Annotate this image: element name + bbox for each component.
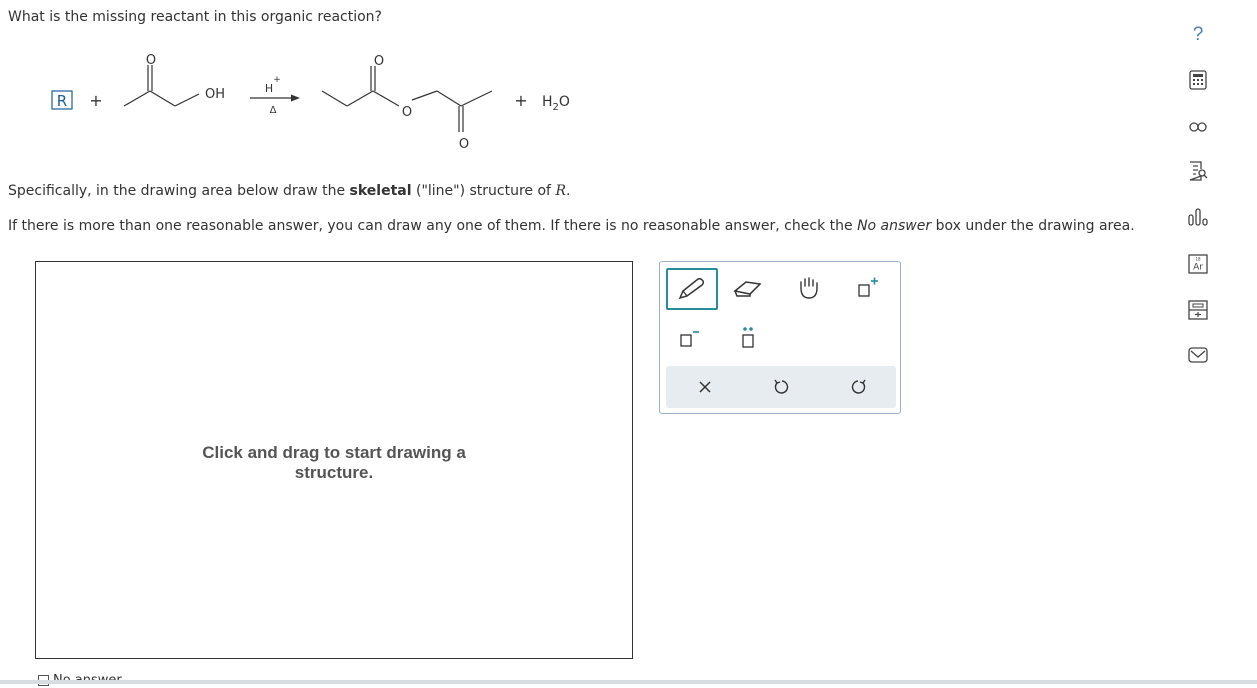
pencil-tool[interactable] — [666, 268, 718, 310]
question-text: What is the missing reactant in this org… — [8, 9, 382, 25]
product-ester-o: O — [402, 105, 412, 120]
redo-icon — [851, 379, 866, 394]
reaction-arrow — [250, 94, 300, 102]
calculator-button[interactable] — [1180, 65, 1216, 95]
redo-button[interactable] — [834, 367, 884, 407]
add-lone-pair-icon — [742, 327, 754, 348]
reaction-scheme: R + O OH H + Δ O O O + H2O — [51, 53, 570, 152]
propanoic-acid-structure — [123, 65, 200, 107]
chart-button[interactable] — [1180, 202, 1216, 232]
lone-pair-tool[interactable] — [723, 318, 773, 358]
chart-icon — [1188, 208, 1208, 226]
eraser-tool[interactable] — [723, 268, 773, 308]
plus-sign-1: + — [89, 91, 102, 110]
clear-button[interactable] — [680, 367, 730, 407]
periodic-table-button[interactable]: 18 Ar — [1180, 249, 1216, 279]
product-structure — [321, 66, 493, 132]
undo-button[interactable] — [756, 367, 806, 407]
tools-button[interactable] — [1180, 295, 1216, 325]
catalyst-charge: + — [273, 75, 281, 85]
product-ketone-o-top: O — [374, 54, 384, 69]
horizontal-scrollbar[interactable] — [0, 680, 1257, 684]
product-ketone-o-bottom: O — [459, 137, 469, 152]
acid-hydroxyl-label: OH — [205, 87, 225, 102]
message-button[interactable] — [1180, 340, 1216, 370]
reference-data-icon — [1189, 161, 1208, 181]
eraser-icon — [733, 281, 762, 297]
instructions-line-1: Specifically, in the drawing area below … — [8, 183, 571, 199]
drawing-canvas[interactable]: Click and drag to start drawing a struct… — [35, 261, 633, 659]
pencil-icon — [678, 278, 705, 300]
unknown-reactant-box: R — [51, 90, 73, 110]
drawing-toolbox — [659, 261, 901, 414]
unknown-reactant-label: R — [57, 92, 67, 110]
reference-data-button[interactable] — [1180, 156, 1216, 186]
water-formula: H2O — [542, 94, 570, 113]
add-positive-charge-icon — [858, 277, 878, 297]
calculator-icon — [1189, 70, 1207, 90]
canvas-hint: Click and drag to start drawing a struct… — [202, 443, 466, 482]
negative-charge-tool[interactable] — [664, 318, 714, 358]
message-icon — [1188, 347, 1208, 363]
periodic-table-icon: 18 Ar — [1188, 254, 1208, 274]
move-tool[interactable] — [784, 268, 834, 308]
heat-symbol: Δ — [270, 105, 277, 116]
unit-conversion-icon — [1189, 122, 1207, 132]
clear-icon — [699, 381, 711, 393]
hand-icon — [800, 277, 818, 299]
tools-icon — [1188, 300, 1208, 320]
svg-text:18: 18 — [1195, 257, 1201, 262]
undo-icon — [774, 379, 789, 394]
acid-carbonyl-o: O — [146, 53, 156, 68]
instructions-line-2: If there is more than one reasonable ans… — [8, 218, 1135, 234]
add-negative-charge-icon — [680, 331, 699, 347]
svg-text:Ar: Ar — [1193, 263, 1203, 273]
catalyst-label: H — [265, 82, 273, 95]
unit-conversion-button[interactable] — [1180, 112, 1216, 142]
positive-charge-tool[interactable] — [842, 268, 892, 308]
help-icon: ? — [1192, 24, 1204, 45]
action-bar — [666, 366, 896, 408]
help-button[interactable]: ? — [1180, 20, 1216, 50]
plus-sign-2: + — [514, 91, 527, 110]
